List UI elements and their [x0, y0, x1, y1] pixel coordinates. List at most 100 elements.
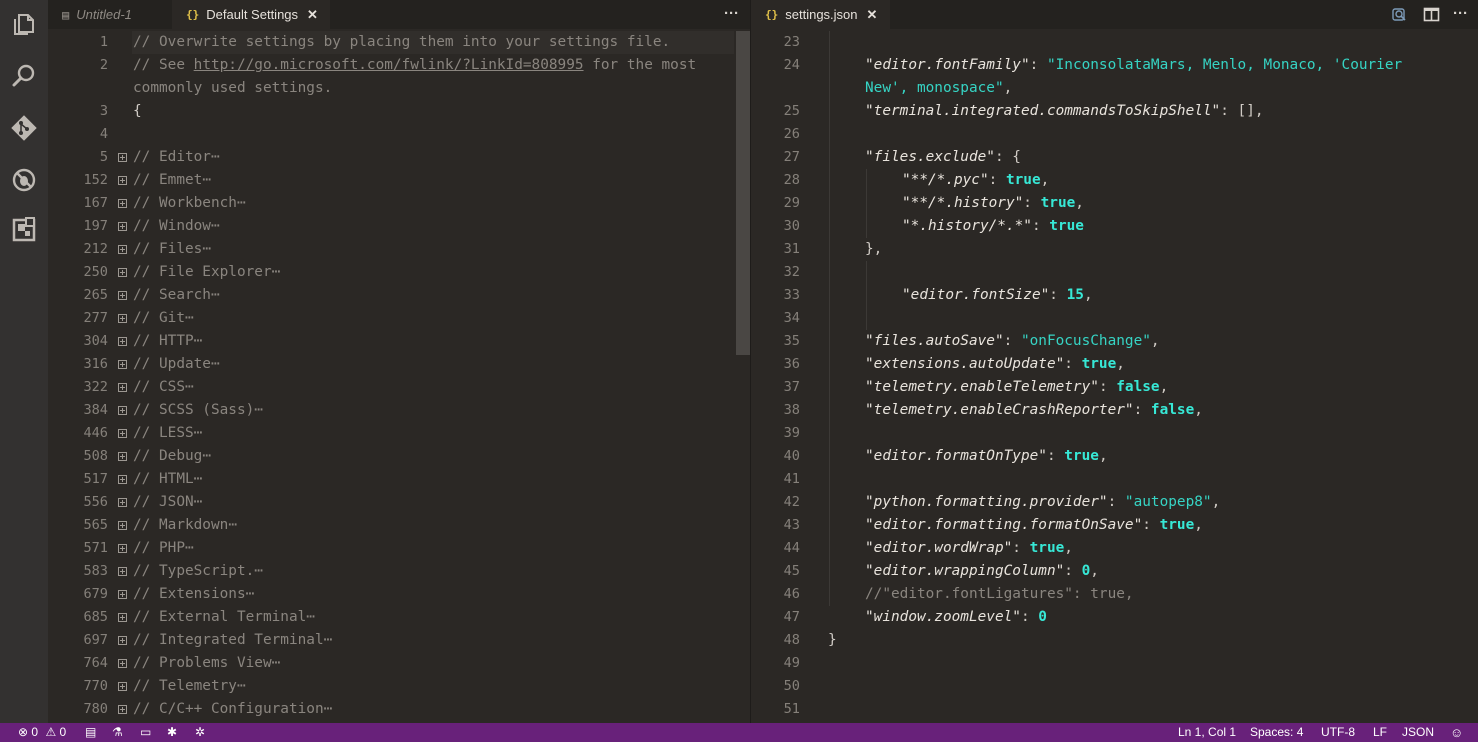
- close-icon[interactable]: ✕: [867, 7, 878, 23]
- fold-expand-icon[interactable]: [118, 291, 127, 300]
- folded-ellipsis[interactable]: ⋯: [254, 402, 263, 418]
- fold-expand-icon[interactable]: [118, 613, 127, 622]
- settings-link[interactable]: http://go.microsoft.com/fwlink/?LinkId=8…: [194, 57, 584, 73]
- fold-expand-icon[interactable]: [118, 475, 127, 484]
- json-key: "files.exclude": [865, 149, 995, 165]
- language-mode[interactable]: JSON: [1402, 723, 1434, 742]
- folded-ellipsis[interactable]: ⋯: [202, 172, 211, 188]
- settings-json-editor[interactable]: 23 24 "editor.fontFamily": "InconsolataMar…: [751, 31, 1478, 723]
- fold-expand-icon[interactable]: [118, 636, 127, 645]
- fold-expand-icon[interactable]: [118, 429, 127, 438]
- tab-settings-json[interactable]: {} settings.json ✕: [751, 0, 890, 29]
- folded-ellipsis[interactable]: ⋯: [185, 379, 194, 395]
- search-icon[interactable]: [10, 62, 38, 90]
- section-comment: // TypeScript.⋯: [133, 563, 263, 579]
- more-actions-icon[interactable]: ···: [724, 5, 739, 22]
- folded-ellipsis[interactable]: ⋯: [211, 287, 220, 303]
- fold-expand-icon[interactable]: [118, 153, 127, 162]
- folded-ellipsis[interactable]: ⋯: [237, 195, 246, 211]
- debug-icon[interactable]: [10, 166, 38, 194]
- section-comment: // File Explorer⋯: [133, 264, 281, 280]
- fold-expand-icon[interactable]: [118, 222, 127, 231]
- problems-indicator[interactable]: ⊗ 0 ⚠ 0: [18, 723, 66, 742]
- feedback-smiley-icon[interactable]: ☺: [1450, 723, 1463, 742]
- open-changes-icon[interactable]: [1391, 6, 1408, 23]
- folded-ellipsis[interactable]: ⋯: [306, 609, 315, 625]
- json-punctuation: ,: [1064, 540, 1073, 556]
- fold-expand-icon[interactable]: [118, 245, 127, 254]
- code-line: 3{: [48, 100, 728, 123]
- extensions-icon[interactable]: [10, 216, 38, 244]
- section-comment: // External Terminal⋯: [133, 609, 315, 625]
- close-icon[interactable]: ✕: [307, 7, 318, 23]
- explorer-icon[interactable]: [10, 10, 38, 38]
- folded-ellipsis[interactable]: ⋯: [211, 356, 220, 372]
- fold-expand-icon[interactable]: [118, 337, 127, 346]
- line-number: 2: [99, 57, 108, 73]
- indentation[interactable]: Spaces: 4: [1250, 723, 1303, 742]
- tab-untitled-1[interactable]: ▤ Untitled-1: [48, 0, 172, 29]
- code-text: "editor.formatting.formatOnSave": true,: [865, 514, 1203, 537]
- fold-expand-icon[interactable]: [118, 544, 127, 553]
- fold-expand-icon[interactable]: [118, 199, 127, 208]
- git-icon[interactable]: [10, 114, 38, 142]
- line-number: 35: [783, 333, 800, 349]
- code-line: 4: [48, 123, 728, 146]
- fold-expand-icon[interactable]: [118, 659, 127, 668]
- folded-ellipsis[interactable]: ⋯: [324, 701, 333, 717]
- folded-ellipsis[interactable]: ⋯: [194, 494, 203, 510]
- line-number: 265: [83, 287, 108, 303]
- code-line: 31},: [751, 238, 1471, 261]
- folded-ellipsis[interactable]: ⋯: [185, 540, 194, 556]
- fold-expand-icon[interactable]: [118, 705, 127, 714]
- more-actions-icon[interactable]: ···: [1453, 5, 1468, 22]
- folded-ellipsis[interactable]: ⋯: [194, 425, 203, 441]
- fold-expand-icon[interactable]: [118, 567, 127, 576]
- activity-bar: [0, 0, 48, 723]
- folded-ellipsis[interactable]: ⋯: [211, 218, 220, 234]
- cursor-position[interactable]: Ln 1, Col 1: [1178, 723, 1236, 742]
- line-number: 45: [783, 563, 800, 579]
- folded-ellipsis[interactable]: ⋯: [228, 517, 237, 533]
- fold-expand-icon[interactable]: [118, 176, 127, 185]
- folded-ellipsis[interactable]: ⋯: [237, 678, 246, 694]
- json-punctuation: }: [828, 632, 837, 648]
- tab-label: settings.json: [785, 7, 858, 22]
- fold-expand-icon[interactable]: [118, 682, 127, 691]
- folded-ellipsis[interactable]: ⋯: [272, 264, 281, 280]
- fold-expand-icon[interactable]: [118, 314, 127, 323]
- flask-icon[interactable]: ⚗: [112, 723, 123, 742]
- fold-expand-icon[interactable]: [118, 268, 127, 277]
- folded-ellipsis[interactable]: ⋯: [246, 586, 255, 602]
- encoding[interactable]: UTF-8: [1321, 723, 1355, 742]
- fold-expand-icon[interactable]: [118, 590, 127, 599]
- fold-expand-icon[interactable]: [118, 383, 127, 392]
- run-icon[interactable]: ✱: [167, 723, 177, 742]
- section-comment: // Workbench⋯: [133, 195, 246, 211]
- folded-ellipsis[interactable]: ⋯: [211, 149, 220, 165]
- output-icon[interactable]: ▤: [85, 723, 96, 742]
- code-line: 50: [751, 675, 1471, 698]
- end-of-line[interactable]: LF: [1373, 723, 1387, 742]
- folded-ellipsis[interactable]: ⋯: [194, 333, 203, 349]
- folded-ellipsis[interactable]: ⋯: [202, 448, 211, 464]
- default-settings-editor[interactable]: 1 // Overwrite settings by placing them i…: [48, 31, 750, 723]
- json-key: "*.history/*.*": [902, 218, 1032, 234]
- fold-expand-icon[interactable]: [118, 360, 127, 369]
- folded-ellipsis[interactable]: ⋯: [185, 310, 194, 326]
- folded-ellipsis[interactable]: ⋯: [194, 471, 203, 487]
- tab-default-settings[interactable]: {} Default Settings ✕: [172, 0, 330, 29]
- split-editor-icon[interactable]: [1423, 6, 1440, 23]
- fold-expand-icon[interactable]: [118, 521, 127, 530]
- fold-expand-icon[interactable]: [118, 452, 127, 461]
- folded-ellipsis[interactable]: ⋯: [272, 655, 281, 671]
- code-line: 51: [751, 698, 1471, 721]
- line-number: 571: [83, 540, 108, 556]
- folded-ellipsis[interactable]: ⋯: [202, 241, 211, 257]
- bug-icon[interactable]: ✲: [195, 723, 205, 742]
- fold-expand-icon[interactable]: [118, 498, 127, 507]
- folded-ellipsis[interactable]: ⋯: [324, 632, 333, 648]
- folded-ellipsis[interactable]: ⋯: [254, 563, 263, 579]
- fold-expand-icon[interactable]: [118, 406, 127, 415]
- terminal-icon[interactable]: ▭: [140, 723, 151, 742]
